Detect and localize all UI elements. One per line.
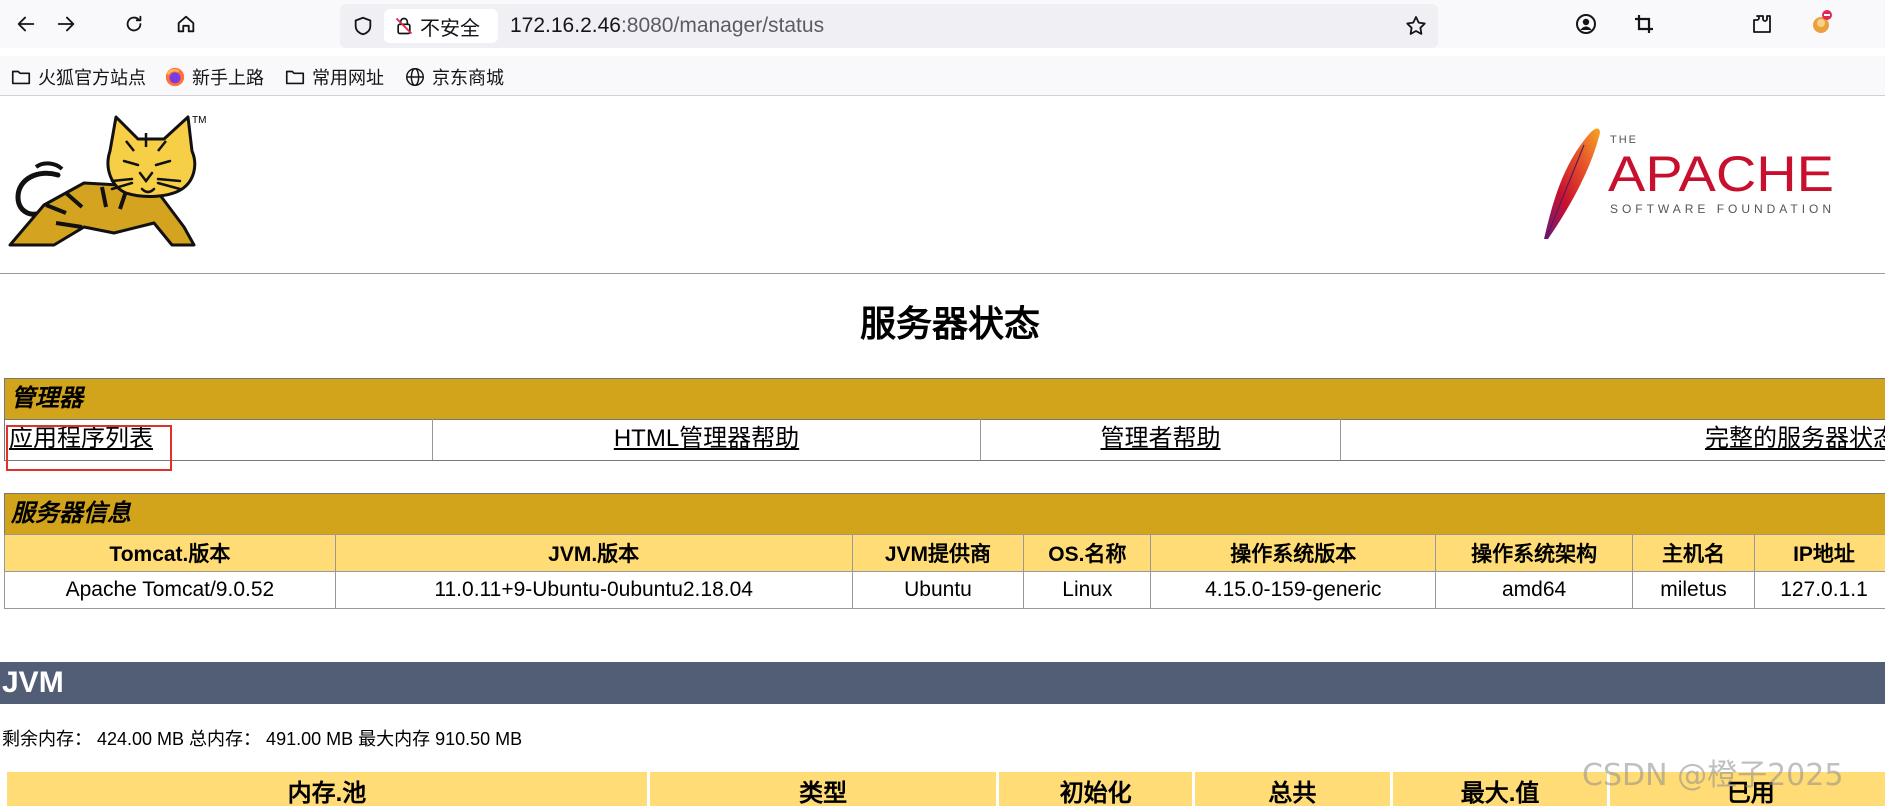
bookmark-star-icon[interactable] (1404, 14, 1428, 38)
home-icon (177, 15, 195, 33)
column-header: 操作系统架构 (1435, 534, 1634, 572)
globe-icon (406, 68, 424, 86)
bookmark-item[interactable]: 京东商城 (404, 64, 504, 90)
reload-button[interactable] (118, 8, 150, 40)
account-icon[interactable] (1574, 12, 1598, 36)
page-content: TM THE APACHE SOFTWARE FOUNDATION 服务器状态 … (0, 97, 1885, 806)
table-cell: miletus (1632, 571, 1755, 609)
column-header: 总共 (1192, 769, 1393, 806)
header-divider (0, 273, 1885, 274)
column-header: JVM.版本 (334, 534, 853, 572)
column-header: 内存.池 (4, 769, 650, 806)
server-info-section-heading: 服务器信息 (4, 493, 1885, 535)
firefox-icon (165, 67, 185, 87)
forward-button[interactable] (50, 8, 82, 40)
column-header: IP地址 (1753, 534, 1885, 572)
tracking-shield-icon[interactable] (352, 15, 374, 37)
home-button[interactable] (170, 8, 202, 40)
table-cell: 4.15.0-159-generic (1150, 571, 1437, 609)
back-button[interactable] (10, 8, 42, 40)
apache-foundation-logo: THE APACHE SOFTWARE FOUNDATION (1544, 128, 1834, 240)
url-bar[interactable]: 不安全 172.16.2.46:8080/manager/status (340, 4, 1438, 48)
complete-server-status-link[interactable]: 完整的服务器状态 (1705, 425, 1885, 452)
apache-the-text: THE (1610, 134, 1638, 146)
manager-link-cell: 完整的服务器状态 (1340, 419, 1885, 460)
bookmark-label: 京东商城 (432, 68, 504, 88)
manager-link-cell: 管理者帮助 (980, 419, 1340, 460)
bookmark-label: 新手上路 (192, 68, 264, 88)
manager-link-cell: HTML管理器帮助 (432, 419, 980, 460)
extensions-puzzle-icon[interactable] (1750, 12, 1774, 36)
page-title: 服务器状态 (859, 303, 1040, 344)
table-header-row: Tomcat.版本 JVM.版本 JVM提供商 OS.名称 操作系统版本 操作系… (4, 534, 1885, 572)
table-cell: Linux (1023, 571, 1152, 609)
tomcat-logo: TM (8, 115, 206, 247)
browser-toolbar: 不安全 172.16.2.46:8080/manager/status (0, 0, 1885, 48)
highlight-box (6, 425, 172, 471)
column-header: Tomcat.版本 (4, 534, 336, 572)
bookmark-item[interactable]: 常用网址 (284, 64, 384, 90)
insecure-lock-icon (395, 17, 413, 35)
table-row: Apache Tomcat/9.0.52 11.0.11+9-Ubuntu-0u… (4, 571, 1885, 609)
url-path: :8080/manager/status (620, 14, 825, 37)
manager-help-link[interactable]: 管理者帮助 (1101, 425, 1221, 452)
url-host: 172.16.2.46 (510, 14, 621, 37)
connection-security-chip[interactable]: 不安全 (384, 9, 498, 43)
bookmark-label: 火狐官方站点 (38, 68, 146, 88)
csdn-watermark: CSDN @橙子2025 (1582, 758, 1844, 793)
extension-avatar-icon[interactable] (1808, 8, 1836, 36)
bookmarks-bar: 火狐官方站点 新手上路 常用网址 京东商城 (0, 56, 1885, 96)
table-cell: Apache Tomcat/9.0.52 (4, 571, 336, 609)
table-cell: amd64 (1435, 571, 1634, 609)
bookmark-label: 常用网址 (312, 68, 384, 88)
column-header: 主机名 (1632, 534, 1755, 572)
arrow-right-icon (57, 16, 75, 32)
column-header: JVM提供商 (851, 534, 1025, 572)
tomcat-tm: TM (192, 115, 206, 126)
column-header: OS.名称 (1023, 534, 1152, 572)
crop-screenshot-icon[interactable] (1632, 12, 1656, 36)
column-header: 初始化 (996, 769, 1196, 806)
jvm-section-heading: JVM (0, 662, 1885, 704)
table-cell: 11.0.11+9-Ubuntu-0ubuntu2.18.04 (334, 571, 853, 609)
table-cell: Ubuntu (851, 571, 1025, 609)
column-header: 最大.值 (1389, 769, 1611, 806)
column-header: 操作系统版本 (1150, 534, 1437, 572)
folder-icon (11, 70, 31, 85)
security-label: 不安全 (420, 17, 480, 40)
server-info-table: Tomcat.版本 JVM.版本 JVM提供商 OS.名称 操作系统版本 操作系… (4, 534, 1885, 609)
bookmark-item[interactable]: 新手上路 (164, 64, 264, 90)
apache-sub-text: SOFTWARE FOUNDATION (1610, 202, 1834, 216)
table-cell: 127.0.1.1 (1753, 571, 1885, 609)
folder-icon (285, 70, 305, 85)
apache-name-text: APACHE (1608, 146, 1834, 202)
manager-links-row: 应用程序列表 HTML管理器帮助 管理者帮助 完整的服务器状态 (4, 419, 1885, 461)
column-header: 类型 (646, 769, 1000, 806)
memory-summary: 剩余内存： 424.00 MB 总内存： 491.00 MB 最大内存 910.… (2, 729, 523, 749)
url-text[interactable]: 172.16.2.46:8080/manager/status (510, 14, 824, 38)
bookmark-item[interactable]: 火狐官方站点 (10, 64, 146, 90)
manager-section-heading: 管理器 (4, 378, 1885, 420)
arrow-left-icon (17, 16, 35, 32)
html-manager-help-link[interactable]: HTML管理器帮助 (614, 425, 799, 452)
reload-icon (126, 15, 142, 32)
